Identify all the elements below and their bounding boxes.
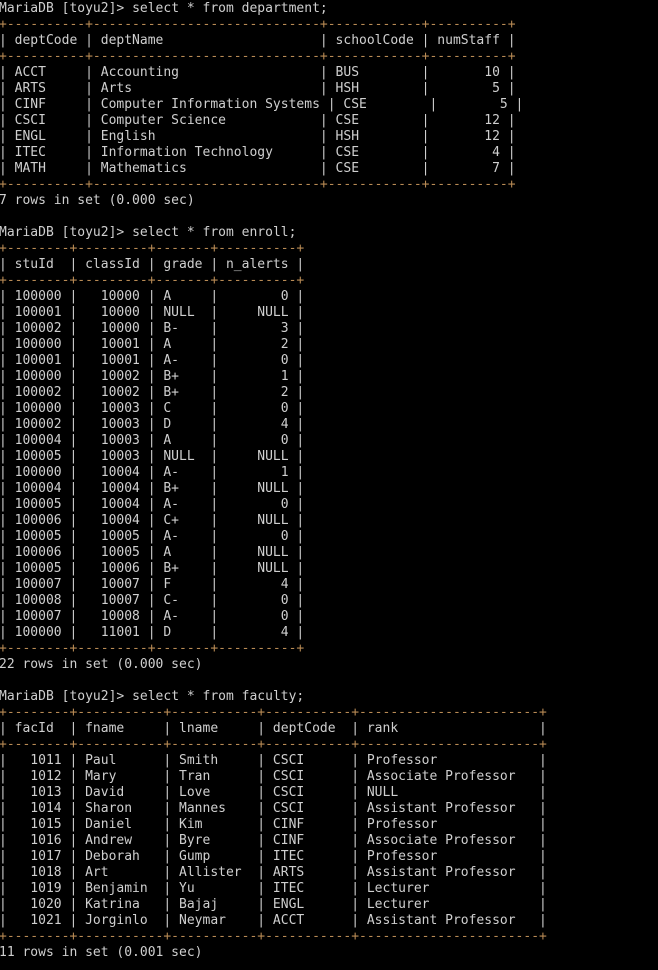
table-rule-top: +--------+---------+-------+----------+ [0,241,305,256]
prompt-line-faculty: MariaDB [toyu2]> select * from faculty; [0,689,547,705]
result-status: 7 rows in set (0.000 sec) [0,193,195,208]
query-block-department: MariaDB [toyu2]> select * from departmen… [0,1,547,209]
table-row: | 1019 | Benjamin | Yu | ITEC | Lecturer… [0,881,547,896]
table-header-row: | stuId | classId | grade | n_alerts | [0,257,305,272]
table-row: | 100000 | 10000 | A | 0 | [0,289,305,304]
table-row: | 100007 | 10008 | A- | 0 | [0,609,305,624]
table-row: | 100008 | 10007 | C- | 0 | [0,593,305,608]
table-row: | 1012 | Mary | Tran | CSCI | Associate … [0,769,547,784]
terminal-window[interactable]: MariaDB [toyu2]> select * from departmen… [0,0,658,970]
table-row: | 1021 | Jorginlo | Neymar | ACCT | Assi… [0,913,547,928]
table-row: | 100000 | 10002 | B+ | 1 | [0,369,305,384]
table-row: | CSCI | Computer Science | CSE | 12 | [0,113,516,128]
prompt-line-department: MariaDB [toyu2]> select * from departmen… [0,1,547,17]
table-row: | 100004 | 10003 | A | 0 | [0,433,305,448]
table-row: | 100007 | 10007 | F | 4 | [0,577,305,592]
table-rule-header: +--------+-----------+-----------+------… [0,737,547,752]
table-row: | MATH | Mathematics | CSE | 7 | [0,161,516,176]
table-row: | CINF | Computer Information Systems | … [0,97,524,112]
table-row: | 100000 | 10001 | A | 2 | [0,337,305,352]
table-header-row: | deptCode | deptName | schoolCode | num… [0,33,516,48]
table-row: | 100005 | 10006 | B+ | NULL | [0,561,305,576]
table-row: | ENGL | English | HSH | 12 | [0,129,516,144]
table-row: | 1020 | Katrina | Bajaj | ENGL | Lectur… [0,897,547,912]
table-row: | 100000 | 10003 | C | 0 | [0,401,305,416]
table-row: | 100004 | 10004 | B+ | NULL | [0,481,305,496]
table-row: | 100002 | 10002 | B+ | 2 | [0,385,305,400]
sql-command: select * from enroll; [132,225,297,240]
terminal-screen-buffer: MariaDB [toyu2]> select * from departmen… [0,1,547,961]
table-row: | ITEC | Information Technology | CSE | … [0,145,516,160]
table-row: | 100005 | 10003 | NULL | NULL | [0,449,305,464]
query-block-faculty: MariaDB [toyu2]> select * from faculty; +… [0,689,547,961]
prompt-line-enroll: MariaDB [toyu2]> select * from enroll; [0,225,547,241]
table-row: | 100002 | 10000 | B- | 3 | [0,321,305,336]
table-rule-bottom: +--------+-----------+-----------+------… [0,929,547,944]
table-row: | ACCT | Accounting | BUS | 10 | [0,65,516,80]
sql-command: select * from department; [132,1,328,16]
table-rule-header: +----------+----------------------------… [0,49,516,64]
table-row: | 100006 | 10004 | C+ | NULL | [0,513,305,528]
table-row: | 100002 | 10003 | D | 4 | [0,417,305,432]
table-row: | 1014 | Sharon | Mannes | CSCI | Assist… [0,801,547,816]
table-row: | ARTS | Arts | HSH | 5 | [0,81,516,96]
table-row: | 1017 | Deborah | Gump | ITEC | Profess… [0,849,547,864]
table-rule-top: +----------+----------------------------… [0,17,516,32]
table-row: | 100000 | 10004 | A- | 1 | [0,465,305,480]
table-header-row: | facId | fname | lname | deptCode | ran… [0,721,547,736]
table-row: | 100006 | 10005 | A | NULL | [0,545,305,560]
table-row: | 1015 | Daniel | Kim | CINF | Professor… [0,817,547,832]
table-row: | 1011 | Paul | Smith | CSCI | Professor… [0,753,547,768]
table-row: | 100005 | 10005 | A- | 0 | [0,529,305,544]
table-row: | 1018 | Art | Allister | ARTS | Assista… [0,865,547,880]
table-row: | 1016 | Andrew | Byre | CINF | Associat… [0,833,547,848]
table-rule-bottom: +----------+----------------------------… [0,177,516,192]
shell-prompt: MariaDB [toyu2]> [0,689,133,704]
table-row: | 100001 | 10000 | NULL | NULL | [0,305,305,320]
table-rule-bottom: +--------+---------+-------+----------+ [0,641,305,656]
shell-prompt: MariaDB [toyu2]> [0,225,133,240]
table-row: | 100000 | 11001 | D | 4 | [0,625,305,640]
table-row: | 100001 | 10001 | A- | 0 | [0,353,305,368]
table-rule-header: +--------+---------+-------+----------+ [0,273,305,288]
result-status: 11 rows in set (0.001 sec) [0,945,203,960]
query-block-enroll: MariaDB [toyu2]> select * from enroll; +-… [0,225,547,673]
result-status: 22 rows in set (0.000 sec) [0,657,203,672]
shell-prompt: MariaDB [toyu2]> [0,1,133,16]
table-row: | 1013 | David | Love | CSCI | NULL | [0,785,547,800]
sql-command: select * from faculty; [132,689,305,704]
table-row: | 100005 | 10004 | A- | 0 | [0,497,305,512]
table-rule-top: +--------+-----------+-----------+------… [0,705,547,720]
